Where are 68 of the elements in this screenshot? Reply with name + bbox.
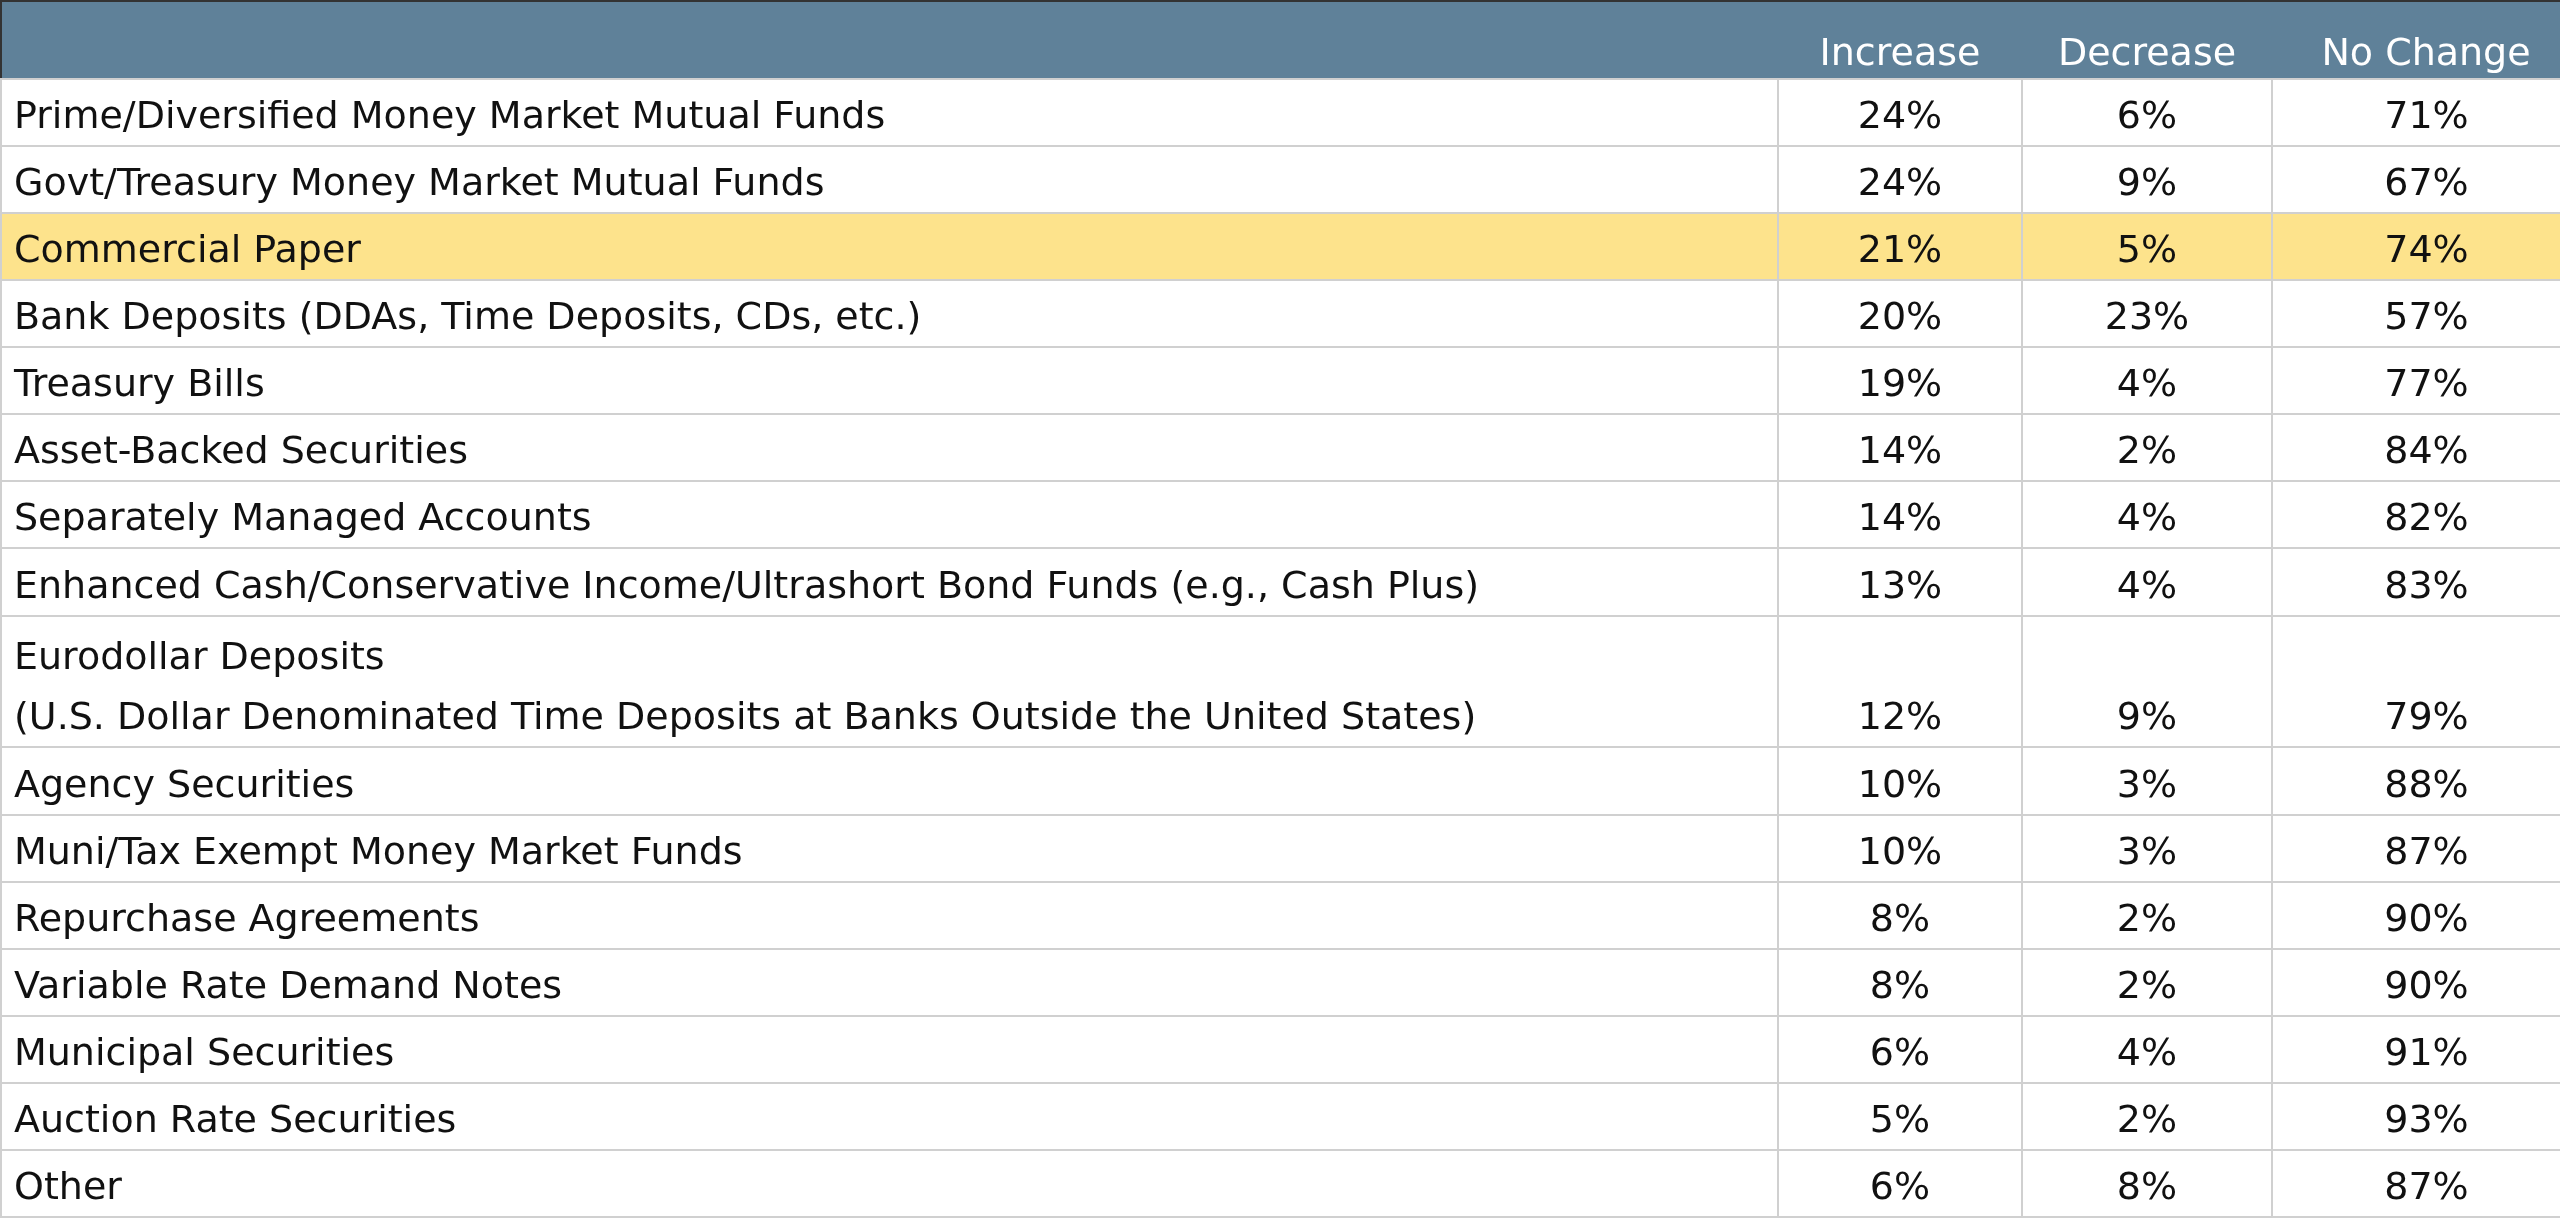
table-cell: 6% (1869, 1164, 1931, 1208)
table-cell: 6% (1869, 1029, 1931, 1074)
table-cell: 23% (2104, 294, 2190, 339)
table-cell: 84% (2384, 428, 2469, 473)
table-cell: 4% (2116, 562, 2178, 607)
table-cell: 3% (2116, 828, 2178, 873)
table-cell: 8% (1869, 895, 1931, 940)
table-cell: 2% (2116, 1096, 2178, 1141)
table-cell: 19% (1857, 361, 1943, 406)
table-cell: 57% (2384, 294, 2469, 339)
table-cell: 91% (2384, 1029, 2469, 1074)
row-sublabel: (U.S. Dollar Denominated Time Deposits at Banks Outside the United States) (14, 693, 1478, 741)
row-label: Repurchase Agreements (14, 894, 481, 942)
row-label: Separately Managed Accounts (14, 494, 593, 542)
table-cell: 6% (2116, 93, 2178, 138)
row-label: Eurodollar Deposits (14, 633, 386, 681)
table-cell: 82% (2384, 495, 2469, 540)
table-cell: 24% (1857, 160, 1943, 205)
table-cell: 20% (1857, 294, 1943, 339)
row-label: Treasury Bills (14, 360, 266, 408)
row-label: Bank Deposits (DDAs, Time Deposits, CDs, etc.) (14, 293, 923, 341)
table-cell: 93% (2384, 1096, 2469, 1141)
row-label: Enhanced Cash/Conservative Income/Ultrashort Bond Funds (e.g., Cash Plus) (14, 561, 1481, 609)
table-cell: 5% (1869, 1096, 1931, 1141)
table-cell: 77% (2384, 361, 2469, 406)
table-cell: 10% (1857, 828, 1943, 873)
table-cell: 21% (1857, 227, 1943, 272)
table-cell: 5% (2116, 227, 2178, 272)
row-label: Commercial Paper (14, 226, 362, 274)
table-cell: 24% (1857, 93, 1943, 138)
row-label: Municipal Securities (14, 1028, 396, 1076)
table-cell: 3% (2116, 761, 2178, 806)
table-cell: 90% (2384, 962, 2469, 1007)
table-cell: 13% (1857, 562, 1943, 607)
table-cell: 88% (2384, 761, 2469, 806)
column-header: Decrease (2022, 1, 2272, 79)
table-cell: 79% (2384, 694, 2469, 739)
table-cell: 8% (2116, 1164, 2178, 1208)
row-label: Auction Rate Securities (14, 1095, 458, 1143)
row-label: Asset-Backed Securities (14, 427, 469, 475)
table-cell: 90% (2384, 895, 2469, 940)
table-cell: 4% (2116, 1029, 2178, 1074)
table-cell: 2% (2116, 895, 2178, 940)
table-cell: 10% (1857, 761, 1943, 806)
table-cell: 71% (2384, 93, 2469, 138)
row-label: Other (14, 1163, 123, 1210)
table-cell: 4% (2116, 361, 2178, 406)
column-header: Increase (1778, 1, 2022, 79)
table-cell: 9% (2116, 694, 2178, 739)
table-cell: 2% (2116, 428, 2178, 473)
table-cell: 87% (2384, 828, 2469, 873)
table-cell: 9% (2116, 160, 2178, 205)
table-cell: 87% (2384, 1164, 2469, 1208)
table-cell: 14% (1857, 495, 1943, 540)
column-header: No Change (2272, 1, 2560, 79)
table-cell: 2% (2116, 962, 2178, 1007)
row-label: Prime/Diversified Money Market Mutual Funds (14, 92, 887, 140)
table-cell: 14% (1857, 428, 1943, 473)
table-cell: 12% (1857, 694, 1943, 739)
table-cell: 8% (1869, 962, 1931, 1007)
row-label: Agency Securities (14, 760, 356, 808)
row-label: Variable Rate Demand Notes (14, 961, 564, 1009)
table-cell: 4% (2116, 495, 2178, 540)
table-cell: 74% (2384, 227, 2469, 272)
row-label: Muni/Tax Exempt Money Market Funds (14, 827, 744, 875)
table-cell: 67% (2384, 160, 2469, 205)
table-cell: 83% (2384, 562, 2469, 607)
row-label: Govt/Treasury Money Market Mutual Funds (14, 159, 826, 207)
